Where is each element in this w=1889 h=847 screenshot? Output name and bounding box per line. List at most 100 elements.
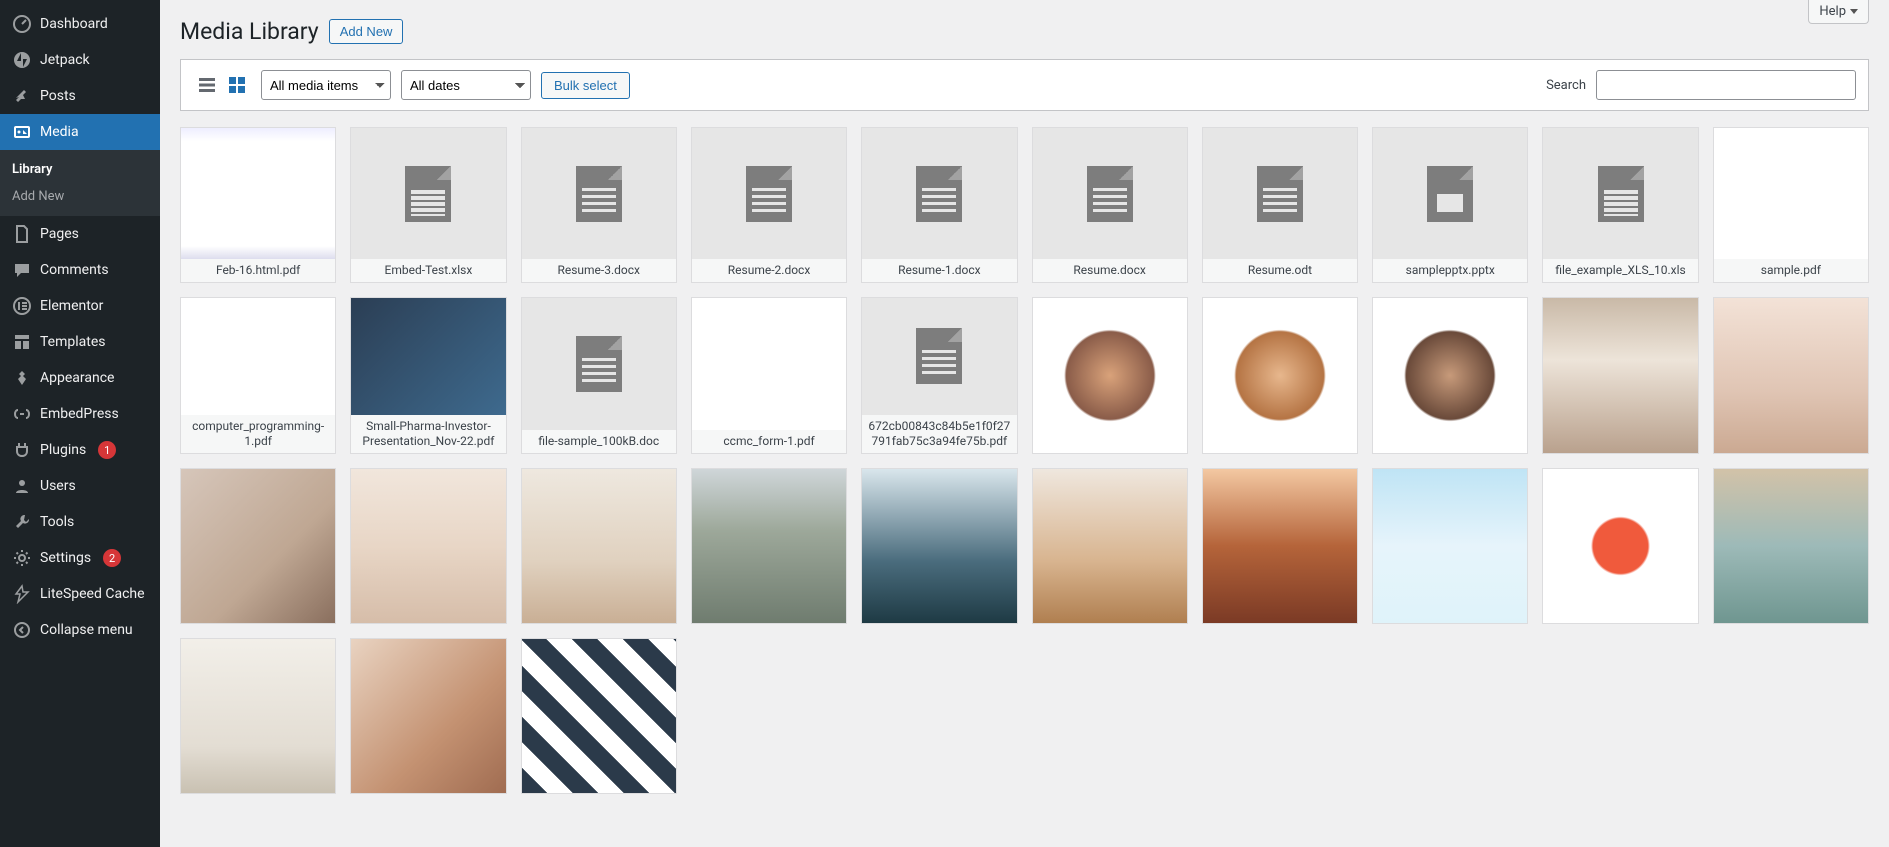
- media-thumbnail: [1203, 469, 1357, 623]
- media-type-filter[interactable]: All media items: [261, 70, 391, 100]
- media-filename: Resume-3.docx: [522, 259, 676, 282]
- media-item[interactable]: [691, 468, 847, 624]
- sidebar-subitem-library[interactable]: Library: [0, 156, 160, 183]
- media-item[interactable]: sample.pdf: [1713, 127, 1869, 283]
- media-item[interactable]: Feb-16.html.pdf: [180, 127, 336, 283]
- sidebar-item-settings[interactable]: Settings2: [0, 540, 160, 576]
- media-thumbnail: [1714, 298, 1868, 452]
- sidebar-item-posts[interactable]: Posts: [0, 78, 160, 114]
- sidebar-item-collapse-menu[interactable]: Collapse menu: [0, 612, 160, 648]
- media-thumbnail: [692, 128, 846, 259]
- media-item[interactable]: samplepptx.pptx: [1372, 127, 1528, 283]
- sidebar-item-litespeed-cache[interactable]: LiteSpeed Cache: [0, 576, 160, 612]
- sidebar-item-media[interactable]: Media: [0, 114, 160, 150]
- sidebar-item-users[interactable]: Users: [0, 468, 160, 504]
- sidebar-item-label: Jetpack: [40, 52, 90, 68]
- media-item[interactable]: [1372, 297, 1528, 453]
- sidebar-item-plugins[interactable]: Plugins1: [0, 432, 160, 468]
- media-thumbnail: [1203, 298, 1357, 452]
- sidebar-item-pages[interactable]: Pages: [0, 216, 160, 252]
- media-thumbnail: [522, 298, 676, 429]
- media-date-filter[interactable]: All dates: [401, 70, 531, 100]
- media-item[interactable]: Resume.docx: [1032, 127, 1188, 283]
- sidebar-item-comments[interactable]: Comments: [0, 252, 160, 288]
- search-label: Search: [1546, 78, 1586, 93]
- media-item[interactable]: [861, 468, 1017, 624]
- admin-sidebar: Dashboard Jetpack PostsMedia LibraryAdd New…: [0, 0, 160, 847]
- media-thumbnail: [1033, 128, 1187, 259]
- media-thumbnail: [1373, 298, 1527, 452]
- media-thumbnail: [1543, 298, 1697, 452]
- litespeed-icon: [12, 584, 32, 604]
- media-item[interactable]: [521, 468, 677, 624]
- sidebar-item-tools[interactable]: Tools: [0, 504, 160, 540]
- media-item[interactable]: [350, 638, 506, 794]
- media-item[interactable]: Small-Pharma-Investor-Presentation_Nov-2…: [350, 297, 506, 453]
- media-item[interactable]: [1713, 468, 1869, 624]
- sidebar-item-dashboard[interactable]: Dashboard: [0, 6, 160, 42]
- pdf-icon: [916, 328, 962, 384]
- media-filename: Small-Pharma-Investor-Presentation_Nov-2…: [351, 415, 505, 453]
- grid-icon: [227, 75, 247, 95]
- media-thumbnail: [862, 469, 1016, 623]
- sidebar-item-elementor[interactable]: Elementor: [0, 288, 160, 324]
- media-item[interactable]: [1032, 468, 1188, 624]
- media-thumbnail: [1543, 469, 1697, 623]
- media-item[interactable]: [180, 468, 336, 624]
- sidebar-item-label: Pages: [40, 226, 79, 242]
- jetpack-icon: [12, 50, 32, 70]
- grid-view-button[interactable]: [223, 71, 251, 99]
- sidebar-item-appearance[interactable]: Appearance: [0, 360, 160, 396]
- users-icon: [12, 476, 32, 496]
- main-content: Help Media Library Add New All media ite…: [160, 0, 1889, 847]
- help-tab[interactable]: Help: [1808, 0, 1869, 24]
- add-new-button[interactable]: Add New: [329, 19, 404, 44]
- sidebar-item-embedpress[interactable]: EmbedPress: [0, 396, 160, 432]
- media-item[interactable]: 672cb00843c84b5e1f0f27791fab75c3a94fe75b…: [861, 297, 1017, 453]
- doc-icon: [576, 166, 622, 222]
- media-item[interactable]: [1542, 297, 1698, 453]
- media-thumbnail: [351, 469, 505, 623]
- media-item[interactable]: Embed-Test.xlsx: [350, 127, 506, 283]
- page-title: Media Library: [180, 18, 319, 45]
- appearance-icon: [12, 368, 32, 388]
- sidebar-item-label: Comments: [40, 262, 109, 278]
- media-item[interactable]: file_example_XLS_10.xls: [1542, 127, 1698, 283]
- page-header: Media Library Add New: [180, 0, 1869, 59]
- media-thumbnail: [1373, 469, 1527, 623]
- media-item[interactable]: Resume-3.docx: [521, 127, 677, 283]
- sidebar-item-templates[interactable]: Templates: [0, 324, 160, 360]
- media-item[interactable]: Resume-1.docx: [861, 127, 1017, 283]
- media-item[interactable]: [180, 638, 336, 794]
- media-item[interactable]: file-sample_100kB.doc: [521, 297, 677, 453]
- doc-icon: [576, 336, 622, 392]
- sidebar-subitem-add-new[interactable]: Add New: [0, 183, 160, 210]
- media-item[interactable]: [1713, 297, 1869, 453]
- list-view-button[interactable]: [193, 71, 221, 99]
- media-grid: Feb-16.html.pdfEmbed-Test.xlsx Resume-3.d…: [180, 111, 1869, 794]
- media-item[interactable]: Resume.odt: [1202, 127, 1358, 283]
- media-item[interactable]: [521, 638, 677, 794]
- media-item[interactable]: [1032, 297, 1188, 453]
- sidebar-item-jetpack[interactable]: Jetpack: [0, 42, 160, 78]
- media-filename: ccmc_form-1.pdf: [692, 430, 846, 453]
- media-thumbnail: [1714, 469, 1868, 623]
- media-item[interactable]: [1372, 468, 1528, 624]
- search-input[interactable]: [1596, 70, 1856, 100]
- media-item[interactable]: [350, 468, 506, 624]
- media-filename: file-sample_100kB.doc: [522, 430, 676, 453]
- media-thumbnail: [862, 298, 1016, 414]
- media-item[interactable]: [1542, 468, 1698, 624]
- sidebar-item-label: Plugins: [40, 442, 86, 458]
- media-item[interactable]: computer_programming-1.pdf: [180, 297, 336, 453]
- media-thumbnail: [181, 298, 335, 414]
- media-item[interactable]: Resume-2.docx: [691, 127, 847, 283]
- media-item[interactable]: [1202, 297, 1358, 453]
- media-filename: computer_programming-1.pdf: [181, 415, 335, 453]
- media-item[interactable]: ccmc_form-1.pdf: [691, 297, 847, 453]
- media-item[interactable]: [1202, 468, 1358, 624]
- media-thumbnail: [862, 128, 1016, 259]
- media-thumbnail: [1033, 469, 1187, 623]
- bulk-select-button[interactable]: Bulk select: [541, 72, 630, 99]
- help-label: Help: [1819, 4, 1846, 19]
